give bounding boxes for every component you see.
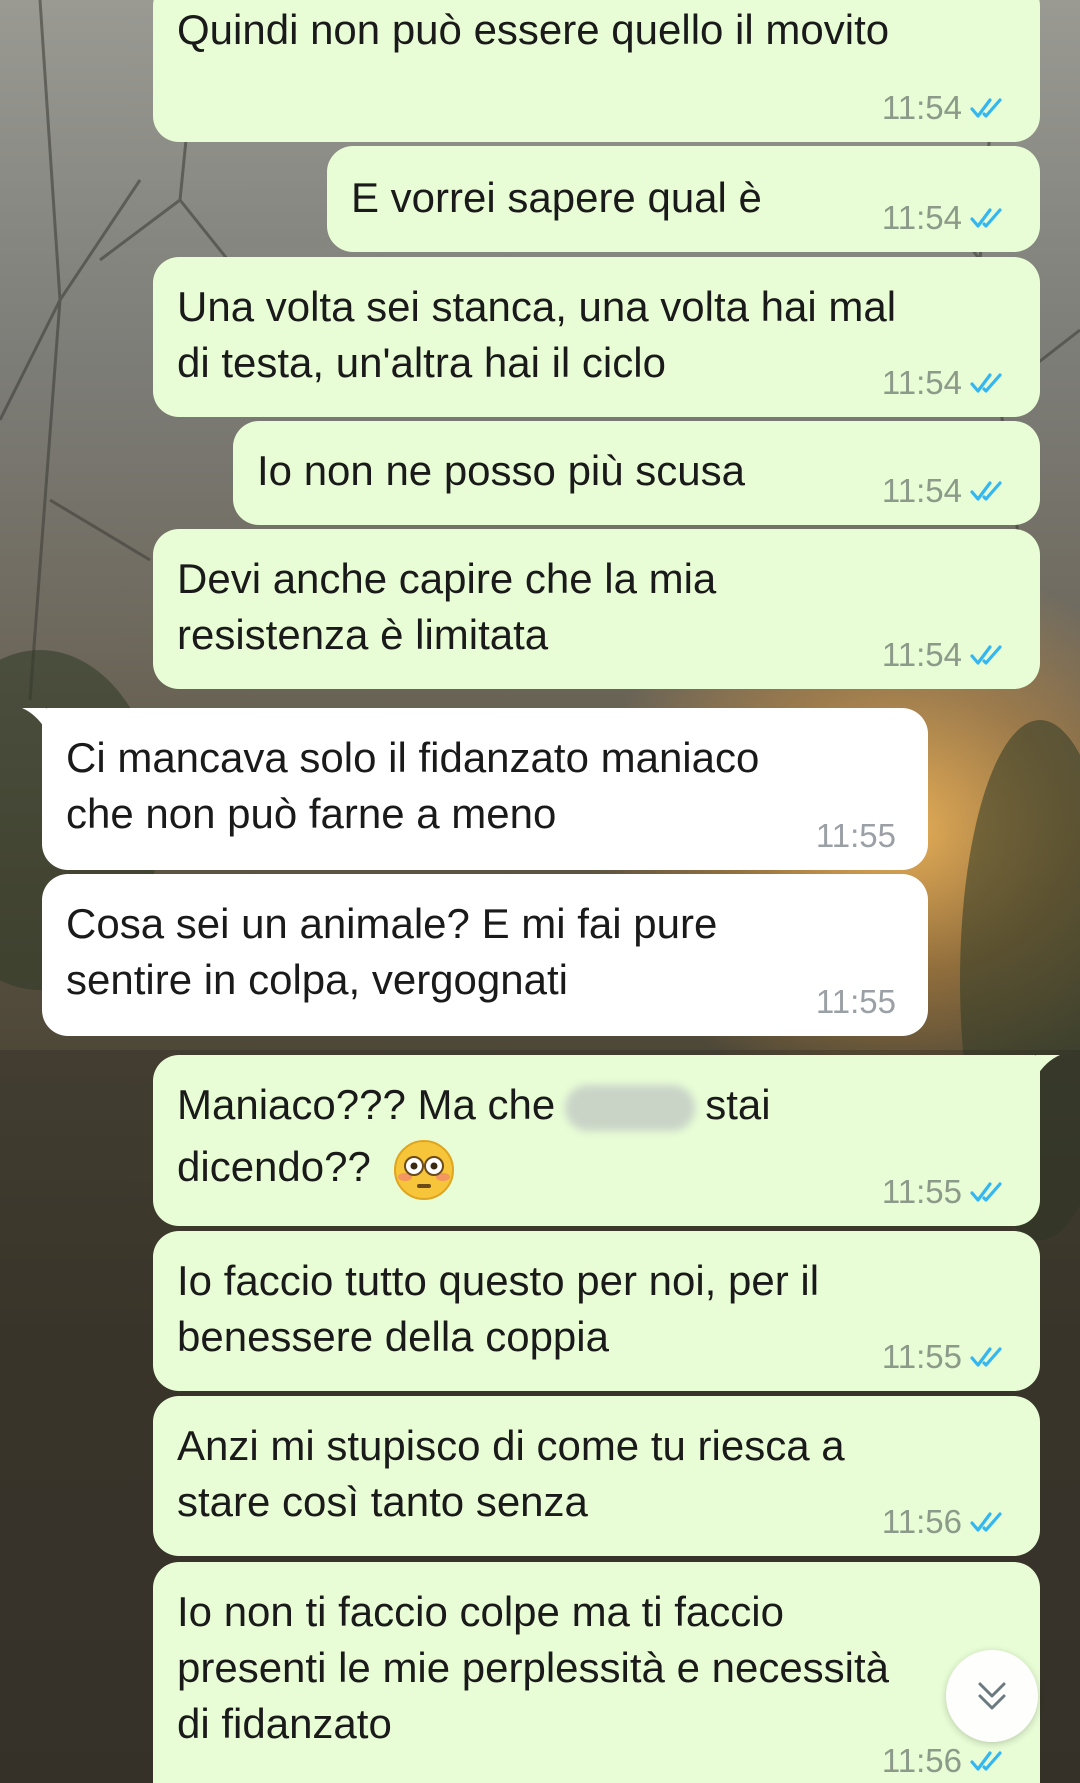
double-check-icon (970, 373, 1002, 393)
bubble-tail (1036, 1055, 1060, 1077)
message-text: Quindi non può essere quello il movito (177, 6, 890, 53)
message-meta: 11:54 (882, 88, 1008, 128)
message-bubble-outgoing[interactable]: Anzi mi stupisco di come tu riesca a sta… (153, 1396, 1040, 1556)
double-check-icon (970, 98, 1002, 118)
scroll-to-bottom-button[interactable] (946, 1650, 1038, 1742)
message-bubble-incoming[interactable]: Ci mancava solo il fidanzato maniaco che… (22, 708, 928, 870)
message-text: stai (705, 1081, 771, 1128)
message-text: Io faccio tutto questo per noi, per il (177, 1257, 820, 1304)
message-text: Devi anche capire che la mia (177, 555, 717, 602)
chevron-double-down-icon (978, 1682, 1006, 1710)
message-bubble-outgoing[interactable]: Una volta sei stanca, una volta hai mal … (153, 257, 1040, 417)
message-text: sentire in colpa, vergognati (66, 956, 568, 1003)
message-meta: 11:54 (882, 471, 1008, 511)
double-check-icon (970, 481, 1002, 501)
message-bubble-outgoing[interactable]: Devi anche capire che la mia resistenza … (153, 529, 1040, 689)
message-text: Anzi mi stupisco di come tu riesca a (177, 1422, 845, 1469)
message-time: 11:56 (881, 1742, 962, 1779)
message-text: dicendo?? (177, 1143, 371, 1191)
double-check-icon (970, 1512, 1002, 1532)
message-text: Cosa sei un animale? E mi fai pure (66, 900, 718, 947)
message-text: E vorrei sapere qual è (351, 174, 762, 221)
bubble-tail (22, 708, 46, 730)
double-check-icon (970, 1182, 1002, 1202)
message-meta: 11:56 (882, 1502, 1008, 1542)
message-meta: 11:56 (882, 1741, 1008, 1781)
message-meta: 11:54 (882, 635, 1008, 675)
double-check-icon (970, 1347, 1002, 1367)
message-time: 11:54 (881, 636, 962, 673)
message-text: stare così tanto senza (177, 1478, 588, 1525)
redacted-word (565, 1084, 696, 1131)
message-meta: 11:54 (882, 363, 1008, 403)
flushed-face-icon (393, 1140, 454, 1200)
message-bubble-outgoing[interactable]: E vorrei sapere qual è 11:54 (327, 146, 1040, 252)
message-time: 11:55 (815, 983, 896, 1020)
message-bubble-outgoing[interactable]: Io non ti faccio colpe ma ti faccio pres… (153, 1562, 1040, 1783)
message-text: Maniaco??? Ma che (177, 1081, 556, 1128)
message-text: Una volta sei stanca, una volta hai mal (177, 283, 897, 330)
message-text: Io non ne posso più scusa (257, 447, 746, 494)
message-bubble-outgoing[interactable]: Io non ne posso più scusa 11:54 (233, 421, 1040, 525)
message-text: Ci mancava solo il fidanzato maniaco (66, 734, 760, 781)
message-text: che non può farne a meno (66, 790, 557, 837)
message-time: 11:55 (815, 817, 896, 854)
message-time: 11:54 (881, 472, 962, 509)
message-time: 11:56 (881, 1503, 962, 1540)
message-text: benessere della coppia (177, 1313, 609, 1360)
message-bubble-outgoing[interactable]: Quindi non può essere quello il movito 1… (153, 0, 1040, 142)
message-meta: 11:55 (882, 1337, 1008, 1377)
message-bubble-incoming[interactable]: Cosa sei un animale? E mi fai pure senti… (42, 874, 928, 1036)
message-meta: 11:54 (882, 198, 1008, 238)
message-time: 11:54 (881, 364, 962, 401)
message-line: dicendo?? (177, 1139, 455, 1201)
message-text: di fidanzato (177, 1700, 392, 1747)
message-meta: 11:55 (816, 816, 896, 856)
message-text: presenti le mie perplessità e necessità (177, 1644, 890, 1691)
message-line: Maniaco??? Ma che stai (177, 1077, 771, 1133)
double-check-icon (970, 208, 1002, 228)
message-time: 11:54 (881, 89, 962, 126)
double-check-icon (970, 645, 1002, 665)
message-meta: 11:55 (816, 982, 896, 1022)
message-time: 11:55 (881, 1173, 962, 1210)
message-bubble-outgoing[interactable]: Maniaco??? Ma che stai dicendo?? 11:55 (153, 1055, 1060, 1226)
message-time: 11:55 (881, 1338, 962, 1375)
message-time: 11:54 (881, 199, 962, 236)
double-check-icon (970, 1751, 1002, 1771)
message-meta: 11:55 (882, 1172, 1008, 1212)
message-text: di testa, un'altra hai il ciclo (177, 339, 666, 386)
message-text: Io non ti faccio colpe ma ti faccio (177, 1588, 784, 1635)
message-bubble-outgoing[interactable]: Io faccio tutto questo per noi, per il b… (153, 1231, 1040, 1391)
message-text: resistenza è limitata (177, 611, 549, 658)
